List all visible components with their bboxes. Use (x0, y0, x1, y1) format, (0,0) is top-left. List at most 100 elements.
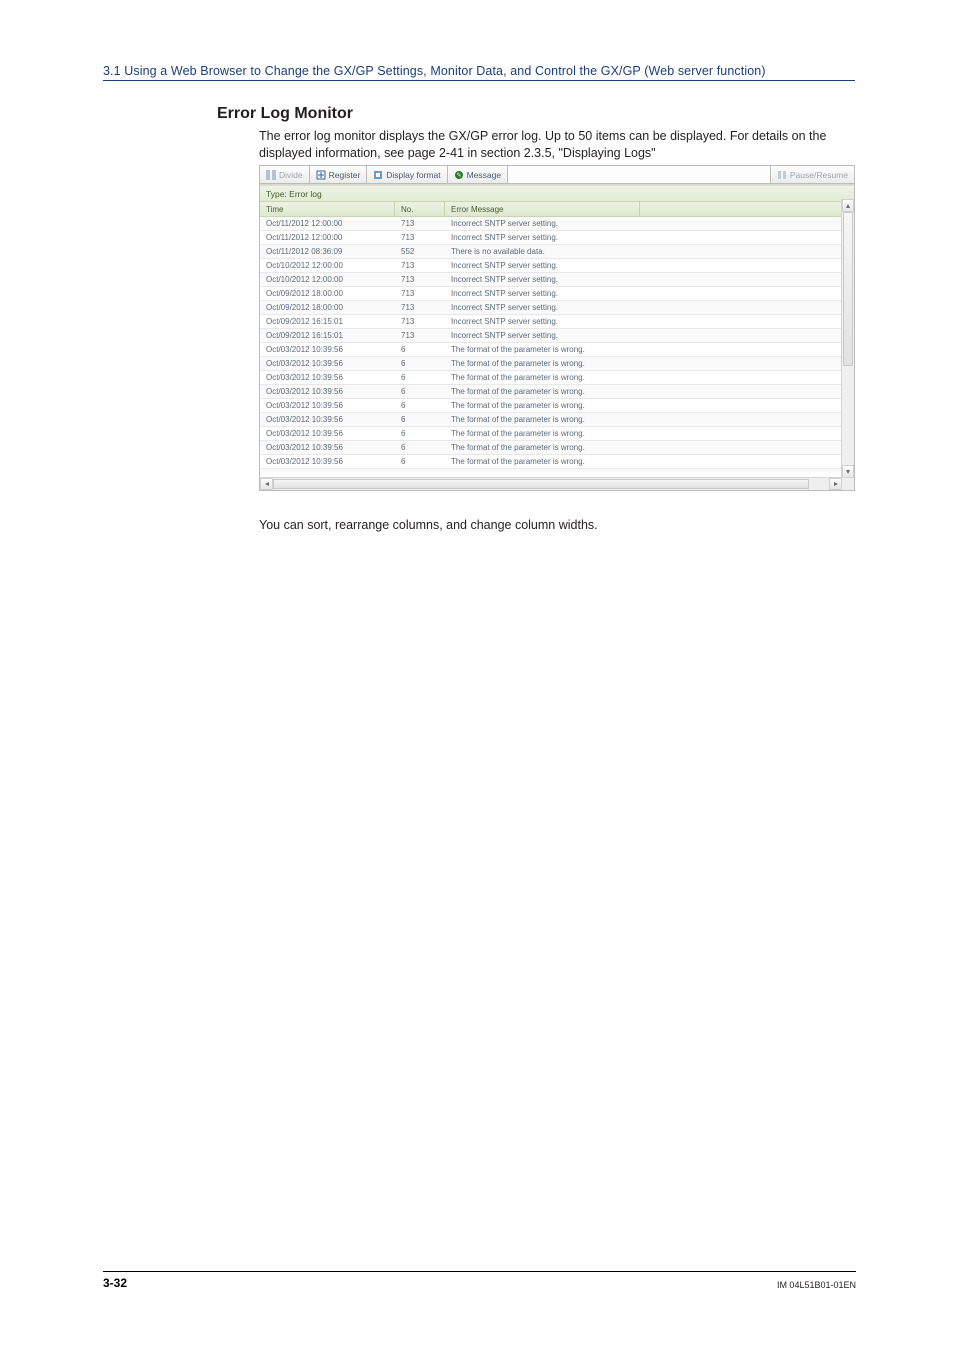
col-time[interactable]: Time (260, 202, 395, 216)
hscroll-track[interactable] (273, 478, 829, 490)
cell-time: Oct/11/2012 12:00:00 (260, 233, 395, 242)
grid-header[interactable]: Time No. Error Message (260, 202, 854, 217)
table-row[interactable]: Oct/11/2012 12:00:00713Incorrect SNTP se… (260, 217, 854, 231)
display-format-button[interactable]: Display format (367, 166, 447, 184)
register-label: Register (329, 170, 361, 180)
cell-time: Oct/03/2012 10:39:56 (260, 373, 395, 382)
cell-msg: The format of the parameter is wrong. (445, 373, 640, 382)
table-row[interactable]: Oct/03/2012 10:39:566The format of the p… (260, 399, 854, 413)
grid-rows: Oct/11/2012 12:00:00713Incorrect SNTP se… (260, 217, 854, 472)
cell-no: 6 (395, 373, 445, 382)
cell-msg: The format of the parameter is wrong. (445, 401, 640, 410)
scroll-up-button[interactable] (842, 199, 854, 212)
table-row[interactable]: Oct/10/2012 12:00:00713Incorrect SNTP se… (260, 259, 854, 273)
pause-resume-label: Pause/Resume (790, 170, 848, 180)
cell-no: 713 (395, 331, 445, 340)
divide-button[interactable]: Divide (260, 166, 310, 184)
footer-rule (103, 1271, 856, 1272)
cell-msg: Incorrect SNTP server setting. (445, 317, 640, 326)
cell-no: 713 (395, 261, 445, 270)
cell-time: Oct/11/2012 12:00:00 (260, 219, 395, 228)
vscroll-track[interactable] (842, 212, 854, 465)
cell-msg: The format of the parameter is wrong. (445, 345, 640, 354)
cell-msg: Incorrect SNTP server setting. (445, 261, 640, 270)
cell-time: Oct/03/2012 10:39:56 (260, 415, 395, 424)
table-row[interactable]: Oct/09/2012 18:00:00713Incorrect SNTP se… (260, 287, 854, 301)
scroll-left-button[interactable] (260, 478, 273, 490)
table-row[interactable]: Oct/03/2012 10:39:566The format of the p… (260, 441, 854, 455)
toolbar-spacer (508, 166, 770, 184)
intro-paragraph: The error log monitor displays the GX/GP… (259, 128, 857, 162)
register-button[interactable]: Register (310, 166, 368, 184)
message-button[interactable]: ✎ Message (448, 166, 509, 184)
cell-no: 6 (395, 443, 445, 452)
cell-no: 713 (395, 219, 445, 228)
hscroll-thumb[interactable] (273, 479, 809, 489)
cell-msg: Incorrect SNTP server setting. (445, 275, 640, 284)
table-row[interactable]: Oct/09/2012 16:15:01713Incorrect SNTP se… (260, 315, 854, 329)
table-row[interactable]: Oct/03/2012 10:39:566The format of the p… (260, 385, 854, 399)
pause-resume-button[interactable]: Pause/Resume (770, 166, 854, 184)
table-row[interactable]: Oct/11/2012 12:00:00713Incorrect SNTP se… (260, 231, 854, 245)
col-blank[interactable] (640, 202, 820, 216)
cell-time: Oct/09/2012 16:15:01 (260, 317, 395, 326)
table-row[interactable]: Oct/03/2012 10:39:566The format of the p… (260, 455, 854, 469)
pause-resume-icon (777, 170, 787, 180)
cell-no: 6 (395, 359, 445, 368)
cell-msg: Incorrect SNTP server setting. (445, 233, 640, 242)
cell-no: 6 (395, 429, 445, 438)
cell-time: Oct/03/2012 10:39:56 (260, 345, 395, 354)
svg-text:✎: ✎ (456, 172, 461, 179)
vscroll-thumb[interactable] (843, 212, 853, 366)
cell-time: Oct/03/2012 10:39:56 (260, 401, 395, 410)
cell-no: 713 (395, 303, 445, 312)
table-row[interactable]: Oct/03/2012 10:39:566The format of the p… (260, 343, 854, 357)
cell-time: Oct/10/2012 12:00:00 (260, 261, 395, 270)
cell-msg: There is no available data. (445, 247, 640, 256)
divide-icon (266, 170, 276, 180)
post-screenshot-text: You can sort, rearrange columns, and cha… (259, 518, 598, 532)
cell-no: 6 (395, 471, 445, 472)
cell-msg: Incorrect SNTP server setting. (445, 303, 640, 312)
table-row[interactable]: Oct/03/2012 10:39:566The format of the p… (260, 413, 854, 427)
cell-msg: The format of the parameter is wrong. (445, 471, 640, 472)
cell-msg: The format of the parameter is wrong. (445, 415, 640, 424)
message-icon: ✎ (454, 170, 464, 180)
table-row[interactable]: Oct/03/2012 10:39:566The format of the p… (260, 371, 854, 385)
table-row[interactable]: Oct/09/2012 18:00:00713Incorrect SNTP se… (260, 301, 854, 315)
cell-no: 552 (395, 247, 445, 256)
table-row[interactable]: Oct/09/2012 16:15:01713Incorrect SNTP se… (260, 329, 854, 343)
cell-no: 713 (395, 233, 445, 242)
cell-no: 6 (395, 457, 445, 466)
cell-msg: Incorrect SNTP server setting. (445, 289, 640, 298)
cell-time: Oct/09/2012 18:00:00 (260, 303, 395, 312)
col-no[interactable]: No. (395, 202, 445, 216)
table-row[interactable]: Oct/03/2012 10:39:566The format of the p… (260, 469, 854, 472)
cell-time: Oct/03/2012 10:39:56 (260, 471, 395, 472)
scroll-corner (841, 477, 854, 490)
page-number: 3-32 (103, 1276, 127, 1290)
doc-id: IM 04L51B01-01EN (777, 1280, 856, 1290)
cell-time: Oct/09/2012 18:00:00 (260, 289, 395, 298)
horizontal-scrollbar[interactable] (260, 477, 842, 490)
cell-time: Oct/03/2012 10:39:56 (260, 429, 395, 438)
cell-msg: The format of the parameter is wrong. (445, 457, 640, 466)
cell-time: Oct/03/2012 10:39:56 (260, 443, 395, 452)
table-row[interactable]: Oct/03/2012 10:39:566The format of the p… (260, 427, 854, 441)
cell-msg: The format of the parameter is wrong. (445, 359, 640, 368)
cell-msg: Incorrect SNTP server setting. (445, 331, 640, 340)
cell-no: 6 (395, 387, 445, 396)
table-row[interactable]: Oct/10/2012 12:00:00713Incorrect SNTP se… (260, 273, 854, 287)
cell-msg: The format of the parameter is wrong. (445, 387, 640, 396)
divide-label: Divide (279, 170, 303, 180)
cell-no: 6 (395, 345, 445, 354)
section-breadcrumb-link[interactable]: 3.1 Using a Web Browser to Change the GX… (103, 64, 855, 81)
register-icon (316, 170, 326, 180)
vertical-scrollbar[interactable] (841, 199, 854, 478)
table-row[interactable]: Oct/11/2012 08:36:09552There is no avail… (260, 245, 854, 259)
table-row[interactable]: Oct/03/2012 10:39:566The format of the p… (260, 357, 854, 371)
type-bar: Type: Error log (260, 185, 854, 202)
page-heading: Error Log Monitor (217, 105, 353, 123)
col-error-message[interactable]: Error Message (445, 202, 640, 216)
cell-time: Oct/11/2012 08:36:09 (260, 247, 395, 256)
